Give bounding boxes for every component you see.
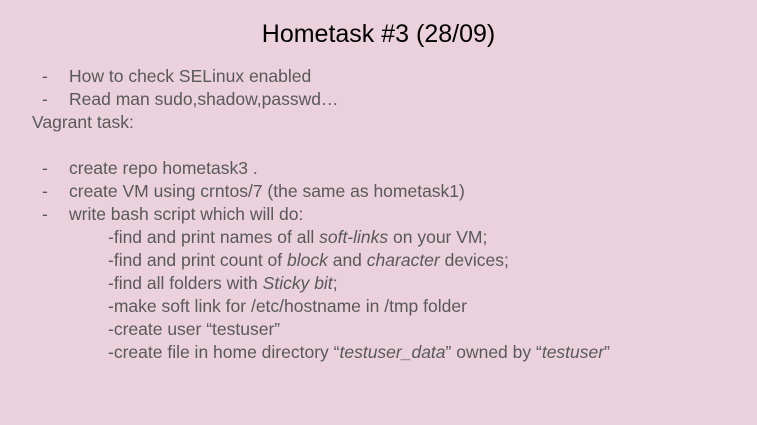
list-item-text: create VM using crntos/7 (the same as ho… <box>69 181 465 201</box>
script-item-devices: -find and print count of block and chara… <box>32 249 732 272</box>
bullet-dash: - <box>42 89 48 109</box>
bullet-dash: - <box>42 158 48 178</box>
script-item-emphasis: testuser <box>541 342 605 362</box>
script-item-emphasis: Sticky bit <box>262 273 333 293</box>
script-item-text: devices; <box>439 250 509 270</box>
script-item-sticky-bit: -find all folders with Sticky bit; <box>32 272 732 295</box>
script-item-text: -find and print count of <box>108 250 287 270</box>
slide-content: - How to check SELinux enabled - Read ma… <box>32 65 732 364</box>
list-item-text: create repo hometask3 . <box>69 158 258 178</box>
bullet-dash: - <box>42 181 48 201</box>
script-item-text: ; <box>332 273 338 293</box>
list-item: - create VM using crntos/7 (the same as … <box>32 180 732 203</box>
script-item-emphasis: soft-links <box>319 227 389 247</box>
script-item-text: -find all folders with <box>108 273 263 293</box>
script-item-text: and <box>327 250 367 270</box>
list-item: - write bash script which will do: <box>32 203 732 226</box>
script-item-text: ” <box>604 342 610 362</box>
slide-title: Hometask #3 (28/09) <box>261 20 496 48</box>
slide: Hometask #3 (28/09) - How to check SELin… <box>0 0 757 425</box>
list-item: - How to check SELinux enabled <box>32 65 732 88</box>
script-item-text: -create user “testuser” <box>108 319 281 339</box>
list-item: - create repo hometask3 . <box>32 157 732 180</box>
script-item-soft-links: -find and print names of all soft-links … <box>32 226 732 249</box>
script-item-text: -find and print names of all <box>108 227 320 247</box>
script-item-create-user: -create user “testuser” <box>32 318 732 341</box>
script-item-soft-link: -make soft link for /etc/hostname in /tm… <box>32 295 732 318</box>
list-item-text: write bash script which will do: <box>69 204 304 224</box>
bullet-dash: - <box>42 66 48 86</box>
script-item-emphasis: block <box>287 250 328 270</box>
script-item-text: on your VM; <box>388 227 488 247</box>
bullet-dash: - <box>42 204 48 224</box>
script-item-text: ” owned by “ <box>445 342 542 362</box>
script-item-create-file: -create file in home directory “testuser… <box>32 341 732 364</box>
script-item-text: -create file in home directory “ <box>108 342 340 362</box>
list-item-text: How to check SELinux enabled <box>69 66 312 86</box>
script-item-text: -make soft link for /etc/hostname in /tm… <box>108 296 467 316</box>
script-item-emphasis: character <box>366 250 440 270</box>
vagrant-task-label: Vagrant task: <box>32 112 134 132</box>
list-item: - Read man sudo,shadow,passwd… <box>32 88 732 111</box>
script-item-emphasis: testuser_data <box>339 342 446 362</box>
list-item-text: Read man sudo,shadow,passwd… <box>69 89 339 109</box>
